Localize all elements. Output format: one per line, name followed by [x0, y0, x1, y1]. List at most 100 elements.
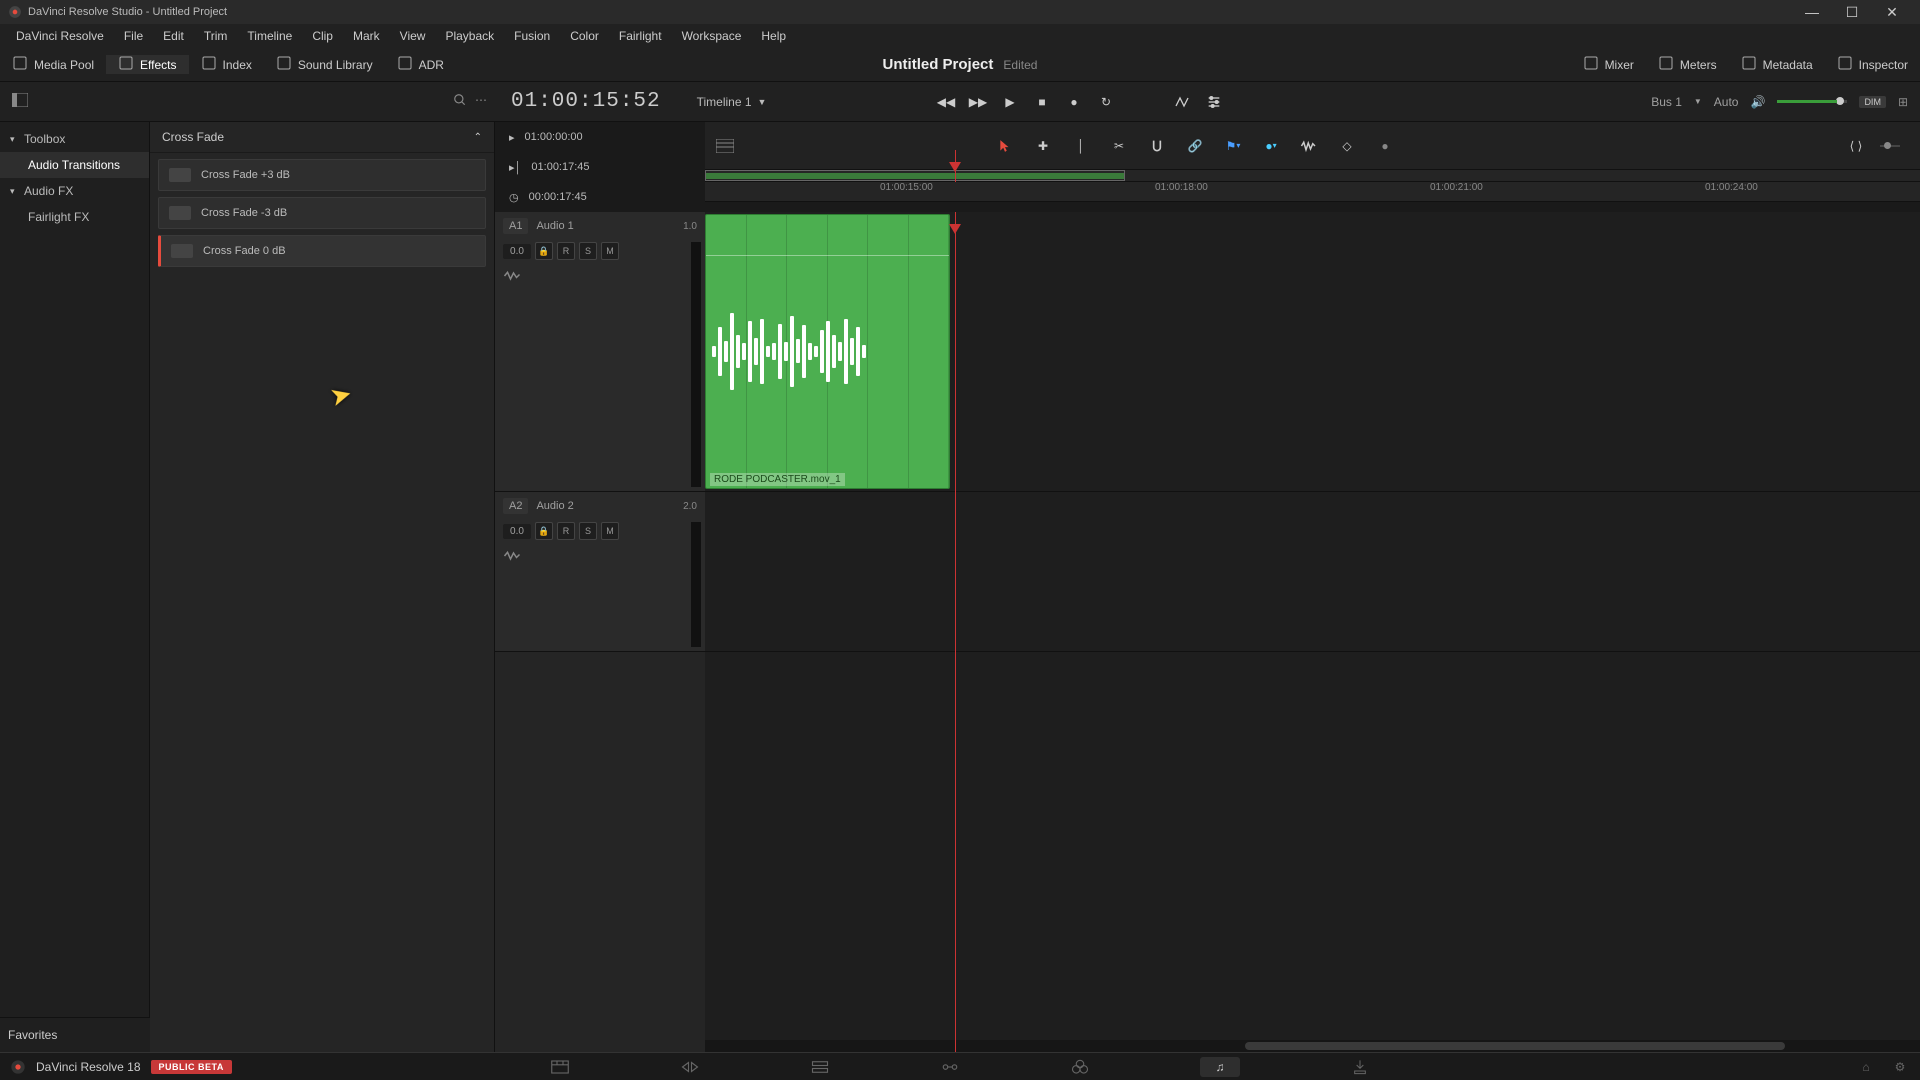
horizontal-scrollbar[interactable] [705, 1040, 1920, 1052]
arm-button[interactable]: R [557, 522, 575, 540]
marker-tool[interactable]: ●▾ [1261, 136, 1281, 156]
mute-button[interactable]: M [601, 242, 619, 260]
time-row-end[interactable]: ▸│01:00:17:45 [495, 152, 705, 182]
menu-view[interactable]: View [390, 24, 436, 48]
solo-button[interactable]: S [579, 522, 597, 540]
record-button[interactable]: ● [1065, 93, 1083, 111]
lock-button[interactable]: 🔒 [535, 522, 553, 540]
crossfade-tool[interactable]: ◇ [1337, 136, 1357, 156]
menu-fairlight[interactable]: Fairlight [609, 24, 672, 48]
minimize-button[interactable]: — [1792, 0, 1832, 24]
tree-audio-fx[interactable]: ▾Audio FX [0, 178, 149, 204]
adr-button[interactable]: ADR [385, 55, 456, 74]
cut-page-icon[interactable] [680, 1057, 700, 1077]
collapse-icon[interactable]: ⌃ [474, 132, 482, 143]
menu-edit[interactable]: Edit [153, 24, 194, 48]
razor-tool[interactable]: ✂ [1109, 136, 1129, 156]
tree-fairlight-fx[interactable]: Fairlight FX [0, 204, 149, 230]
waveform-tool[interactable] [1299, 136, 1319, 156]
close-button[interactable]: ✕ [1872, 0, 1912, 24]
track-header-a2[interactable]: A2Audio 22.00.0🔒RSM [495, 492, 705, 652]
index-button[interactable]: Index [189, 55, 264, 74]
loop-button[interactable]: ↻ [1097, 93, 1115, 111]
effect-cross-fade--3-db[interactable]: Cross Fade +3 dB [158, 159, 486, 191]
mute-button[interactable]: M [601, 522, 619, 540]
sound-library-button[interactable]: Sound Library [264, 55, 385, 74]
edit-page-icon[interactable] [810, 1057, 830, 1077]
monitor-options-icon[interactable]: ⊞ [1898, 95, 1908, 109]
timeline-ruler[interactable]: 01:00:15:0001:00:18:0001:00:21:0001:00:2… [705, 182, 1920, 202]
timeline-view-icon[interactable] [705, 139, 745, 153]
timeline-minimap[interactable] [705, 170, 1920, 182]
media-page-icon[interactable] [550, 1057, 570, 1077]
rewind-button[interactable]: ◀◀ [937, 93, 955, 111]
speaker-icon[interactable]: 🔊 [1750, 95, 1765, 109]
snap-tool[interactable] [1147, 136, 1167, 156]
zoom-menu-icon[interactable]: ⟨ ⟩ [1846, 136, 1866, 156]
automation-mode[interactable]: Auto [1714, 95, 1739, 109]
timeline-selector[interactable]: Timeline 1 ▼ [677, 95, 787, 109]
lock-button[interactable]: 🔒 [535, 242, 553, 260]
tree-audio-transitions[interactable]: Audio Transitions [0, 152, 149, 178]
track-volume[interactable]: 0.0 [503, 244, 531, 259]
bus-selector[interactable]: Bus 1 [1651, 95, 1682, 109]
zoom-slider[interactable] [1880, 136, 1900, 156]
metadata-button[interactable]: Metadata [1729, 55, 1825, 74]
volume-slider[interactable] [1777, 100, 1847, 103]
color-page-icon[interactable] [1070, 1057, 1090, 1077]
flag-tool[interactable]: ⚑▾ [1223, 136, 1243, 156]
settings-gear-icon[interactable]: ⚙ [1890, 1057, 1910, 1077]
range-tool[interactable]: ✚ [1033, 136, 1053, 156]
deliver-page-icon[interactable] [1350, 1057, 1370, 1077]
audio-clip[interactable]: RODE PODCASTER.mov_1 [705, 214, 950, 489]
automation-dot-tool[interactable]: ● [1375, 136, 1395, 156]
time-row-start[interactable]: ▸01:00:00:00 [495, 122, 705, 152]
track-volume[interactable]: 0.0 [503, 524, 531, 539]
maximize-button[interactable]: ☐ [1832, 0, 1872, 24]
edit-tool[interactable]: │ [1071, 136, 1091, 156]
dim-button[interactable]: DIM [1859, 96, 1886, 108]
mixer-button[interactable]: Mixer [1571, 55, 1646, 74]
menu-color[interactable]: Color [560, 24, 609, 48]
automation-icon[interactable] [503, 550, 697, 565]
playhead-marker[interactable] [955, 150, 956, 182]
track-header-a1[interactable]: A1Audio 11.00.0🔒RSM [495, 212, 705, 492]
selection-tool[interactable] [995, 136, 1015, 156]
effect-cross-fade-0-db[interactable]: Cross Fade 0 dB [158, 235, 486, 267]
solo-button[interactable]: S [579, 242, 597, 260]
menu-help[interactable]: Help [751, 24, 796, 48]
menu-trim[interactable]: Trim [194, 24, 238, 48]
effects-list-header[interactable]: Cross Fade ⌃ [150, 122, 494, 153]
favorites-section[interactable]: Favorites [0, 1017, 150, 1052]
playhead[interactable] [955, 212, 956, 1052]
menu-davinci-resolve[interactable]: DaVinci Resolve [6, 24, 114, 48]
media-pool-button[interactable]: Media Pool [0, 55, 106, 74]
track-lane-a2[interactable] [705, 492, 1920, 652]
menu-fusion[interactable]: Fusion [504, 24, 560, 48]
track-lanes[interactable]: RODE PODCASTER.mov_1 [705, 212, 1920, 1052]
settings-sliders-icon[interactable] [1205, 93, 1223, 111]
arm-button[interactable]: R [557, 242, 575, 260]
menu-file[interactable]: File [114, 24, 153, 48]
panel-toggle-icon[interactable] [0, 93, 40, 110]
tree-toolbox[interactable]: ▾Toolbox [0, 126, 149, 152]
effects-button[interactable]: Effects [106, 55, 188, 74]
automation-tool-icon[interactable] [1173, 93, 1191, 111]
timecode-display[interactable]: 01:00:15:52 [495, 90, 677, 113]
search-icon[interactable] [453, 93, 467, 110]
menu-timeline[interactable]: Timeline [237, 24, 302, 48]
time-row-duration[interactable]: ◷00:00:17:45 [495, 182, 705, 212]
stop-button[interactable]: ■ [1033, 93, 1051, 111]
home-icon[interactable]: ⌂ [1856, 1057, 1876, 1077]
meters-button[interactable]: Meters [1646, 55, 1729, 74]
track-lane-a1[interactable]: RODE PODCASTER.mov_1 [705, 212, 1920, 492]
menu-mark[interactable]: Mark [343, 24, 390, 48]
effect-cross-fade--3-db[interactable]: Cross Fade -3 dB [158, 197, 486, 229]
fast-forward-button[interactable]: ▶▶ [969, 93, 987, 111]
options-icon[interactable]: ⋯ [475, 93, 487, 110]
menu-clip[interactable]: Clip [302, 24, 343, 48]
fairlight-page-icon[interactable]: ♫ [1200, 1057, 1240, 1077]
link-tool[interactable]: 🔗 [1185, 136, 1205, 156]
menu-workspace[interactable]: Workspace [672, 24, 752, 48]
fusion-page-icon[interactable] [940, 1057, 960, 1077]
